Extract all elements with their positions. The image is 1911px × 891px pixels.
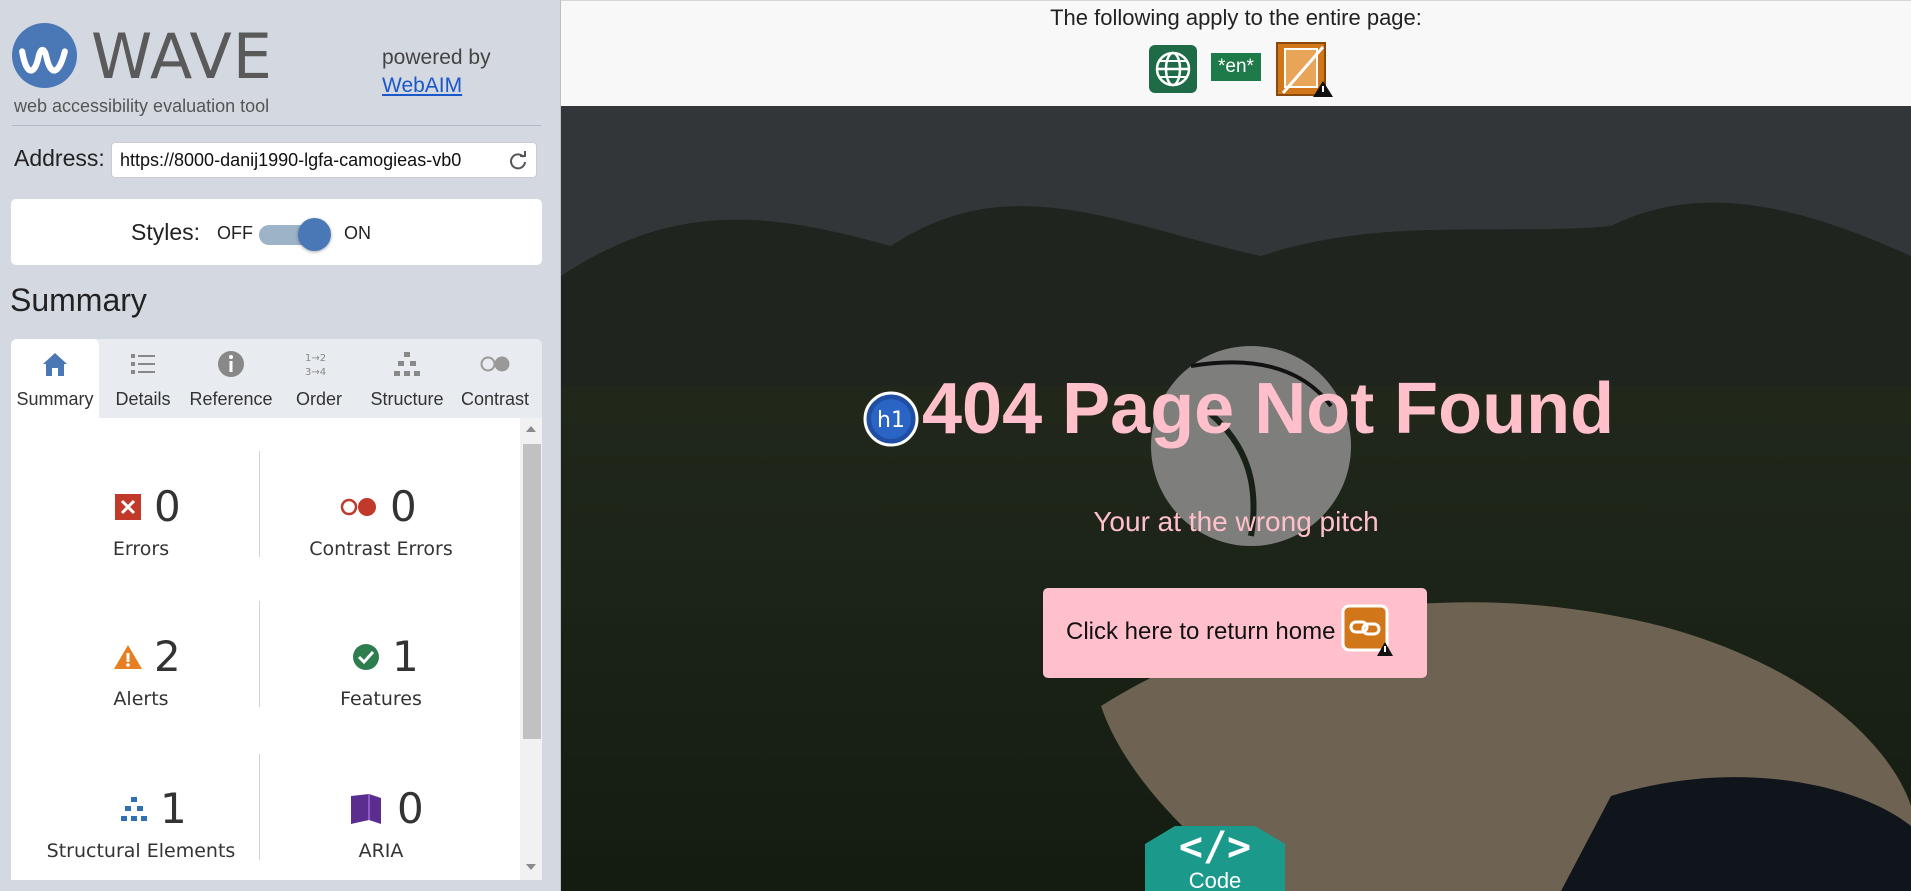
scroll-down-arrow-icon[interactable]	[526, 864, 536, 870]
styles-on-label: ON	[344, 223, 371, 243]
alerts-caption: Alerts	[113, 688, 169, 710]
page-level-bar: The following apply to the entire page: …	[561, 0, 1911, 106]
structural-elements-count: 1	[160, 784, 187, 833]
styles-toggle-knob[interactable]	[298, 218, 331, 251]
features-count: 1	[392, 632, 419, 681]
home-icon	[43, 353, 67, 376]
page-level-text: The following apply to the entire page:	[1050, 5, 1422, 30]
scroll-thumb[interactable]	[523, 444, 541, 739]
svg-text:1→2: 1→2	[305, 353, 326, 364]
h1-heading-icon[interactable]: h1	[863, 391, 919, 447]
powered-by-label: powered by	[382, 46, 491, 69]
page-title: 404 Page Not Found	[922, 369, 1615, 449]
info-icon	[218, 351, 244, 377]
tab-details[interactable]: Details	[99, 339, 187, 418]
features-caption: Features	[340, 688, 422, 710]
powered-by: powered by WebAIM	[382, 44, 491, 100]
wave-logo-icon	[12, 23, 77, 88]
tab-label: Contrast	[460, 389, 530, 409]
tab-label: Details	[115, 389, 171, 409]
styles-label: Styles:	[131, 219, 201, 245]
alert-icon	[114, 645, 142, 669]
evaluated-page: The following apply to the entire page: …	[561, 0, 1911, 891]
contrast-icon	[480, 356, 510, 372]
structure-icon	[121, 797, 147, 821]
wave-logo-text: WAVE	[91, 20, 273, 93]
wave-sidebar: WAVE web accessibility evaluation tool p…	[0, 0, 561, 891]
scroll-up-arrow-icon[interactable]	[526, 426, 536, 432]
return-home-label: Click here to return home	[1066, 618, 1336, 645]
styles-toggle-card: Styles: OFF ON	[11, 199, 542, 265]
code-label: Code	[1188, 868, 1242, 891]
list-icon	[131, 354, 155, 374]
structure-icon	[394, 352, 420, 376]
address-field[interactable]: https://8000-danij1990-lgfa-camogieas-vb…	[111, 142, 537, 178]
wave-tabs: Summary Details Reference 1→2 3→4 Order	[11, 339, 542, 418]
tab-label: Reference	[189, 389, 273, 409]
address-input[interactable]: https://8000-danij1990-lgfa-camogieas-vb…	[120, 150, 510, 171]
contrast-error-icon	[340, 498, 376, 516]
error-icon	[115, 494, 141, 520]
code-icon: </>	[1178, 824, 1252, 870]
tab-order[interactable]: 1→2 3→4 Order	[275, 339, 363, 418]
alert-redundant-title-icon[interactable]	[1273, 39, 1333, 99]
errors-caption: Errors	[112, 538, 170, 560]
contrast-errors-caption: Contrast Errors	[309, 538, 453, 560]
svg-text:3→4: 3→4	[305, 367, 326, 378]
language-badge[interactable]: *en*	[1211, 53, 1261, 81]
tab-summary[interactable]: Summary	[11, 339, 99, 418]
tab-label: Structure	[370, 389, 444, 409]
tab-structure[interactable]: Structure	[363, 339, 451, 418]
dark-overlay	[561, 106, 1911, 891]
summary-heading: Summary	[10, 282, 147, 318]
divider	[12, 125, 541, 126]
panel-scrollbar[interactable]	[520, 418, 542, 880]
code-toggle-button[interactable]: </> Code	[1145, 824, 1285, 891]
tab-label: Order	[295, 389, 342, 409]
tab-reference[interactable]: Reference	[187, 339, 275, 418]
aria-count: 0	[397, 784, 424, 833]
errors-count: 0	[154, 482, 181, 531]
aria-caption: ARIA	[358, 840, 404, 862]
language-globe-icon[interactable]	[1148, 44, 1198, 94]
address-label: Address:	[14, 145, 105, 171]
webaim-link[interactable]: WebAIM	[382, 72, 491, 100]
return-home-button[interactable]: Click here to return home	[1043, 588, 1427, 678]
alerts-count: 2	[154, 632, 181, 681]
page-subtitle: Your at the wrong pitch	[1093, 506, 1379, 537]
tab-contrast[interactable]: Contrast	[451, 339, 539, 418]
tab-label: Summary	[16, 389, 94, 409]
order-icon: 1→2 3→4	[305, 353, 326, 378]
h1-badge-text: h1	[877, 408, 905, 433]
aria-icon	[351, 794, 381, 824]
wave-logo-subtitle: web accessibility evaluation tool	[14, 96, 270, 116]
reload-icon[interactable]	[508, 151, 528, 171]
summary-panel: 0 Errors 0 Contrast Errors 2 Alerts 1 Fe…	[11, 418, 542, 880]
styles-off-label: OFF	[217, 223, 253, 243]
feature-icon	[353, 644, 379, 670]
link-alert-icon[interactable]	[1341, 604, 1393, 656]
hero-section: h1 404 Page Not Found Your at the wrong …	[561, 106, 1911, 891]
contrast-errors-count: 0	[390, 482, 417, 531]
structural-elements-caption: Structural Elements	[46, 840, 236, 862]
